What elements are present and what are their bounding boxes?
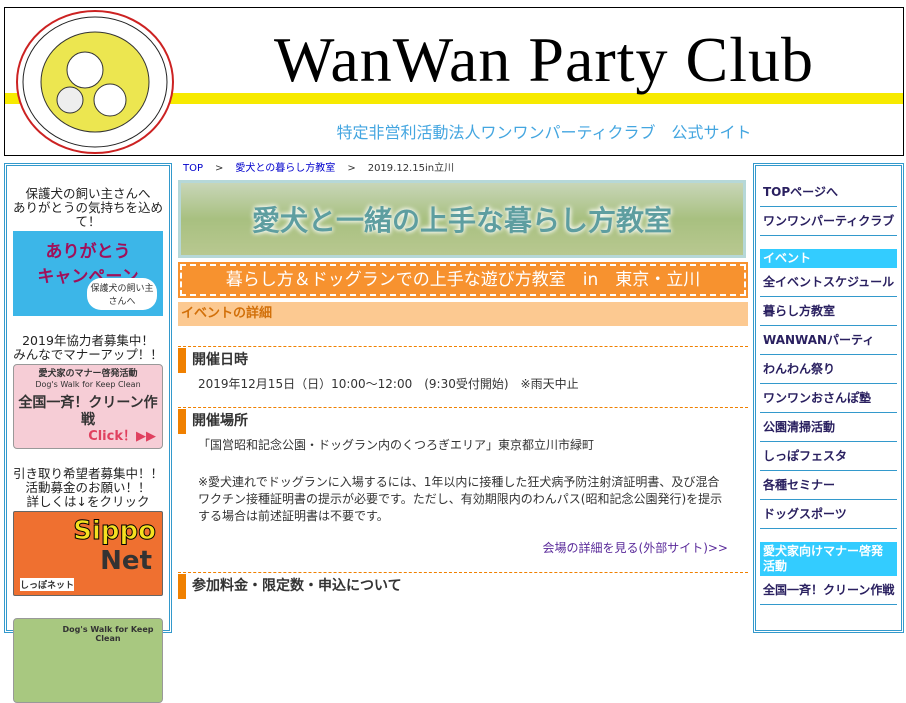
sippo-text: 引き取り希望者募集中！！ 活動募金のお願い！！ 詳しくは↓をクリック <box>12 466 163 509</box>
nav-club[interactable]: ワンワンパーティクラブ <box>760 207 897 236</box>
click-label: Click！▶▶ <box>88 429 156 444</box>
section-text: 「国営昭和記念公園・ドッグラン内のくつろぎエリア」東京都立川市緑町 <box>198 438 595 452</box>
clean-campaign-banner[interactable]: 愛犬家のマナー啓発活動 Dog's Walk for Keep Clean 全国… <box>13 364 163 449</box>
nav-heading-event: イベント <box>760 249 897 268</box>
nav-event-schedule[interactable]: 全イベントスケジュール <box>760 268 897 297</box>
section-note: ※愛犬連れでドッグランに入場するには、1年以内に接種した狂犬病予防注射済証明書、… <box>198 475 723 523</box>
breadcrumb: TOP > 愛犬との暮らし方教室 >2019.12.15in立川 <box>183 163 455 174</box>
breadcrumb-parent[interactable]: 愛犬との暮らし方教室 <box>235 163 335 174</box>
site-header: WanWan Party Club 特定非営利活動法人ワンワンパーティクラブ 公… <box>4 7 904 156</box>
thanks-text: 保護犬の飼い主さんへ ありがとうの気持ちを込めて！ <box>12 186 163 229</box>
clean-walk-banner[interactable]: Dog's Walk for Keep Clean <box>13 618 163 703</box>
breadcrumb-current: 2019.12.15in立川 <box>367 163 455 174</box>
section-fee: 参加料金・限定数・申込について <box>178 572 748 599</box>
event-title: 暮らし方＆ドッグランでの上手な遊び方教室 in 東京・立川 <box>178 262 748 298</box>
section-datetime: 開催日時 2019年12月15日（日）10:00〜12:00 (9:30受付開始… <box>178 346 748 393</box>
sippo-net-banner[interactable]: Sippo Net しっぽネット <box>13 511 163 596</box>
nav-event-sippo-festa[interactable]: しっぽフェスタ <box>760 442 897 471</box>
nav-event-class[interactable]: 暮らし方教室 <box>760 297 897 326</box>
nav-top[interactable]: TOPページへ <box>760 178 897 207</box>
nav-event-party[interactable]: WANWANパーティ <box>760 326 897 355</box>
volunteer-text: 2019年協力者募集中！ みんなでマナーアップ！！ <box>13 333 163 362</box>
section-venue: 開催場所 「国営昭和記念公園・ドッグラン内のくつろぎエリア」東京都立川市緑町 ※… <box>178 407 748 556</box>
club-logo[interactable] <box>15 10 175 155</box>
left-sidebar: 保護犬の飼い主さんへ ありがとうの気持ちを込めて！ ありがとう キャンペーン 保護… <box>4 163 172 703</box>
site-title: WanWan Party Club <box>274 24 814 95</box>
nav-event-seminar[interactable]: 各種セミナー <box>760 471 897 500</box>
site-subtitle: 特定非営利活動法人ワンワンパーティクラブ 公式サイト <box>336 123 752 142</box>
right-sidebar: TOPページへ ワンワンパーティクラブ イベント 全イベントスケジュール 暮らし… <box>753 163 904 633</box>
nav-event-festival[interactable]: わんわん祭り <box>760 355 897 384</box>
section-heading: 開催場所 <box>178 409 748 434</box>
detail-heading: イベントの詳細 <box>178 302 748 326</box>
section-heading: 開催日時 <box>178 348 748 373</box>
nav-event-walk[interactable]: ワンワンおさんぽ塾 <box>760 384 897 413</box>
nav-event-dog-sports[interactable]: ドッグスポーツ <box>760 500 897 529</box>
hero-banner: 愛犬と一緒の上手な暮らし方教室 <box>178 180 746 258</box>
nav-event-cleaning[interactable]: 公園清掃活動 <box>760 413 897 442</box>
section-text: 2019年12月15日（日）10:00〜12:00 (9:30受付開始) ※雨天… <box>198 377 579 391</box>
nav-clean-campaign[interactable]: 全国一斉！クリーン作戦 <box>760 576 897 605</box>
venue-detail-link[interactable]: 会場の詳細を見る(外部サイト)>> <box>178 539 748 556</box>
thanks-campaign-banner[interactable]: ありがとう キャンペーン 保護犬の飼い主さんへ <box>13 231 163 316</box>
main-content: TOP > 愛犬との暮らし方教室 >2019.12.15in立川 愛犬と一緒の上手な暮… <box>178 160 748 599</box>
nav-heading-manner: 愛犬家向けマナー啓発活動 <box>760 542 897 576</box>
section-heading: 参加料金・限定数・申込について <box>178 574 748 599</box>
breadcrumb-top[interactable]: TOP <box>183 163 203 174</box>
